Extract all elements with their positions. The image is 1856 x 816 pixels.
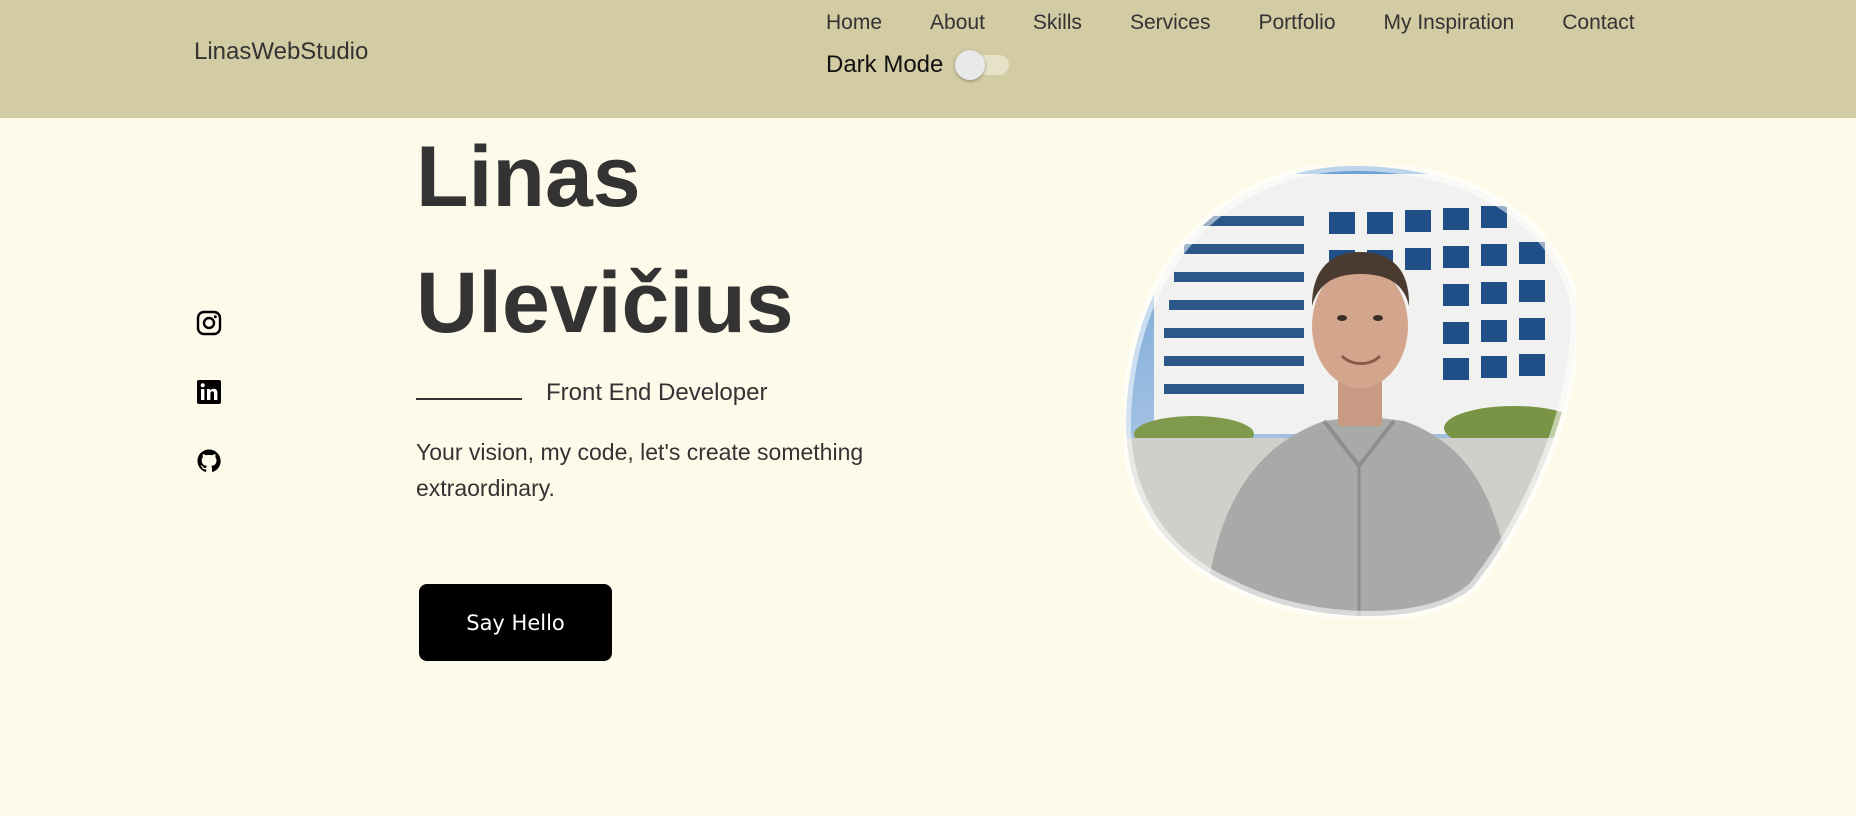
hero-last-name: Ulevičius	[416, 255, 794, 351]
hero-tagline: Your vision, my code, let's create somet…	[416, 439, 864, 501]
main-nav: Home About Skills Services Portfolio My …	[826, 11, 1635, 35]
nav-portfolio[interactable]: Portfolio	[1258, 11, 1335, 35]
site-header: LinasWebStudio Home About Skills Service…	[0, 0, 1856, 118]
dark-mode-control: Dark Mode	[826, 50, 1010, 80]
hero-first-name: Linas	[416, 129, 641, 225]
role-divider-line	[416, 398, 522, 400]
toggle-knob	[955, 50, 986, 80]
nav-contact[interactable]: Contact	[1562, 11, 1634, 35]
nav-skills[interactable]: Skills	[1033, 11, 1082, 35]
dark-mode-label: Dark Mode	[826, 51, 944, 78]
say-hello-button[interactable]: Say Hello	[419, 584, 612, 661]
nav-about[interactable]: About	[930, 11, 985, 35]
nav-my-inspiration[interactable]: My Inspiration	[1384, 11, 1515, 35]
dark-mode-toggle[interactable]	[955, 50, 1010, 80]
instagram-icon[interactable]	[196, 310, 222, 336]
linkedin-icon[interactable]	[196, 379, 222, 405]
profile-photo	[1124, 166, 1576, 618]
nav-services[interactable]: Services	[1130, 11, 1211, 35]
hero-role: Front End Developer	[546, 379, 768, 406]
github-icon[interactable]	[196, 448, 222, 474]
nav-home[interactable]: Home	[826, 11, 882, 35]
site-logo[interactable]: LinasWebStudio	[194, 38, 368, 66]
